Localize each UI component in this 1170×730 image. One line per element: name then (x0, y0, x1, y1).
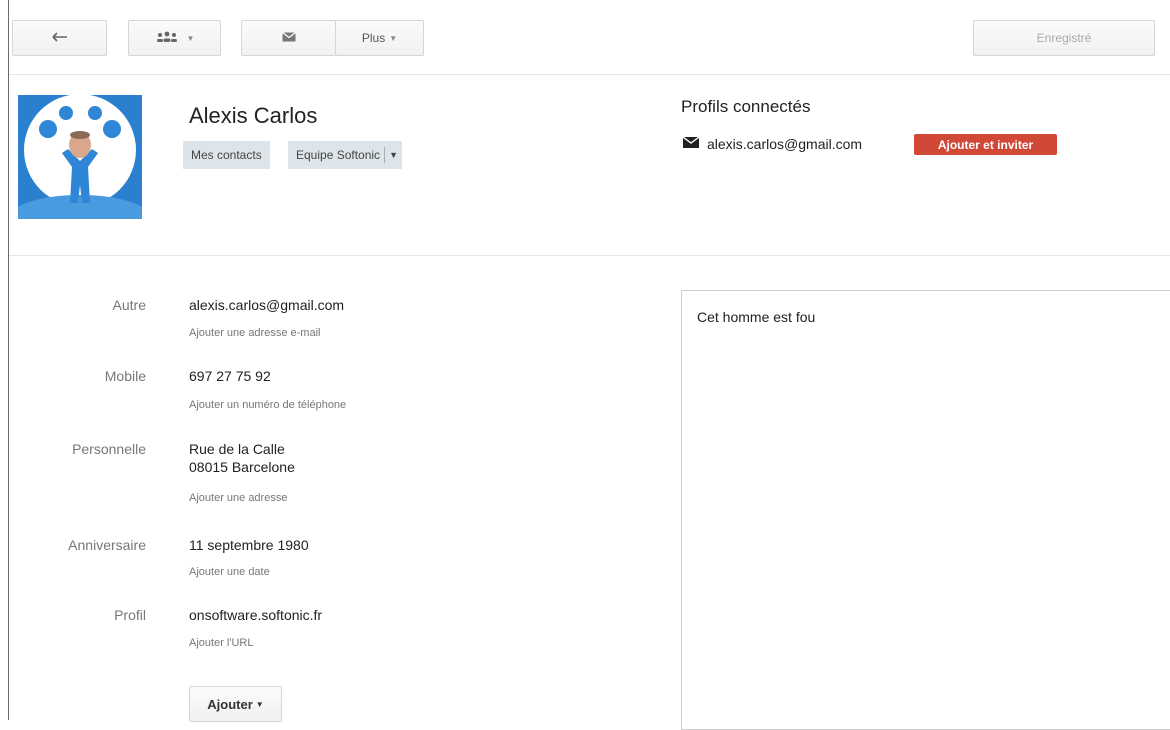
phone-label: Mobile (104, 368, 146, 384)
birthday-value[interactable]: 11 septembre 1980 (189, 536, 309, 554)
mail-button[interactable] (241, 20, 336, 56)
add-date-link[interactable]: Ajouter une date (189, 566, 270, 578)
add-phone-link[interactable]: Ajouter un numéro de téléphone (189, 399, 346, 411)
add-url-link[interactable]: Ajouter l'URL (189, 637, 253, 649)
address-label: Personnelle (72, 441, 146, 457)
birthday-label: Anniversaire (68, 537, 146, 553)
connected-profile-row: alexis.carlos@gmail.com (682, 135, 863, 153)
more-button[interactable]: Plus ▼ (335, 20, 424, 56)
tag-group-label: Equipe Softonic (296, 148, 381, 162)
window-border (8, 0, 9, 720)
chevron-down-icon: ▼ (255, 699, 264, 709)
envelope-icon (682, 135, 700, 153)
add-address-link[interactable]: Ajouter une adresse (189, 492, 287, 504)
chevron-down-icon: ▼ (389, 33, 398, 43)
address-line-2: 08015 Barcelone (189, 459, 295, 475)
email-label: Autre (112, 297, 146, 313)
toolbar-divider (9, 74, 1170, 75)
groups-button[interactable]: ▼ (128, 20, 221, 56)
connected-profiles-title: Profils connectés (681, 97, 811, 116)
profile-value[interactable]: onsoftware.softonic.fr (189, 606, 322, 624)
connected-profile-email: alexis.carlos@gmail.com (707, 136, 863, 152)
saved-button[interactable]: Enregistré (973, 20, 1155, 56)
toolbar: ▼ Plus ▼ Enregistré (9, 0, 1170, 74)
add-field-label: Ajouter (207, 696, 253, 712)
people-icon (155, 31, 185, 46)
add-and-invite-button[interactable]: Ajouter et inviter (914, 134, 1057, 155)
address-value[interactable]: Rue de la Calle 08015 Barcelone (189, 440, 295, 476)
notes-text: Cet homme est fou (697, 309, 816, 325)
chevron-down-icon[interactable]: ▼ (389, 150, 398, 160)
avatar[interactable] (18, 95, 142, 219)
header-divider (9, 255, 1170, 256)
add-email-link[interactable]: Ajouter une adresse e-mail (189, 327, 320, 339)
saved-label: Enregistré (1036, 31, 1092, 45)
more-label: Plus (361, 31, 386, 45)
phone-value[interactable]: 697 27 75 92 (189, 367, 271, 385)
notes-textarea[interactable]: Cet homme est fou (681, 290, 1170, 730)
chevron-down-icon: ▼ (186, 33, 195, 43)
add-field-button[interactable]: Ajouter ▼ (189, 686, 282, 722)
contact-name[interactable]: Alexis Carlos (189, 103, 317, 129)
tag-my-contacts[interactable]: Mes contacts (183, 141, 270, 169)
address-line-1: Rue de la Calle (189, 441, 285, 457)
envelope-icon (281, 31, 296, 45)
tag-separator (384, 147, 386, 163)
email-value[interactable]: alexis.carlos@gmail.com (189, 296, 344, 314)
arrow-left-icon (51, 31, 68, 45)
tag-group[interactable]: Equipe Softonic ▼ (288, 141, 402, 169)
back-button[interactable] (12, 20, 107, 56)
profile-label: Profil (114, 607, 146, 623)
